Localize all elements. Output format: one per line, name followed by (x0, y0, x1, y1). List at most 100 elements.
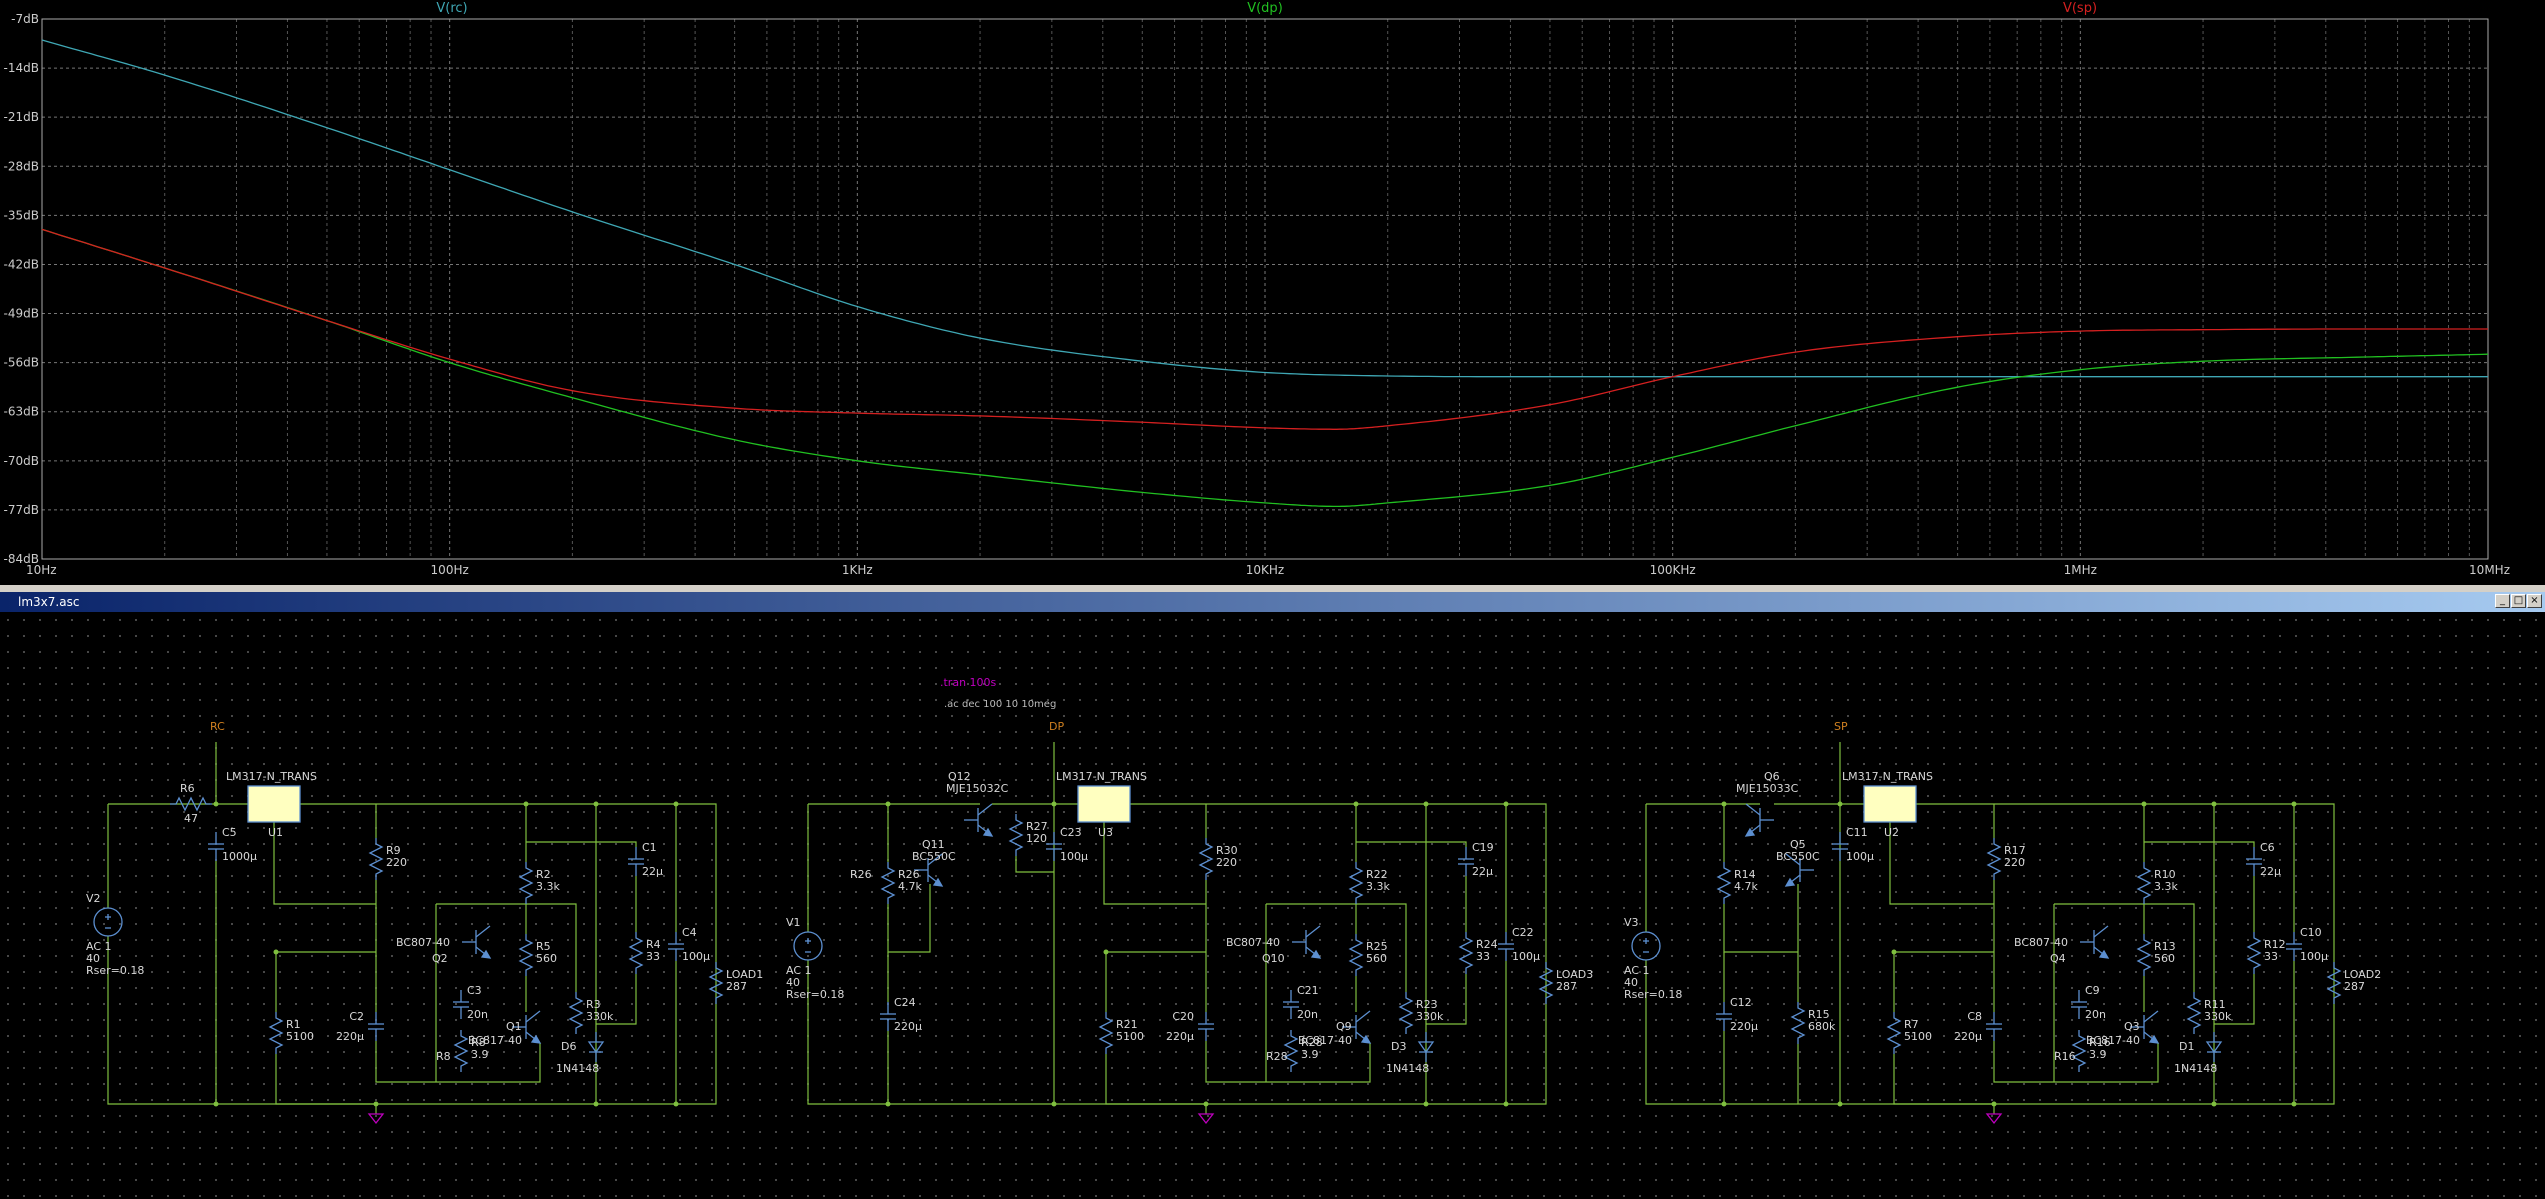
y-tick-label: -14dB (4, 61, 39, 75)
r23-value: 330k (1416, 1010, 1444, 1023)
wire (1889, 822, 1994, 905)
v1-source-circle (793, 931, 823, 961)
r11-value: 330k (2204, 1010, 2232, 1023)
d3-name: D3 (1391, 1040, 1406, 1053)
schematic-window-titlebar[interactable]: lm3x7.asc _ □ × (0, 592, 2545, 612)
c2-value: 220µ (336, 1030, 364, 1043)
waveform-plot-pane[interactable]: 10Hz 100Hz 1KHz 10KHz 100KHz 1MHz 10MHz -7dB -14… (0, 0, 2545, 585)
r26-resistor (880, 862, 896, 904)
schematic-drawing[interactable]: .tran 100s .ac dec 100 10 10meg R6 47 LM317-… (0, 612, 2545, 1199)
r13-value: 560 (2154, 952, 2175, 965)
q2-value: BC807-40 (396, 936, 450, 949)
u2-value: LM317-N_TRANS (1842, 770, 1933, 783)
y-tick-label: -84dB (4, 552, 39, 566)
q1-value: BC817-40 (468, 1034, 522, 1047)
c12-value: 220µ (1730, 1020, 1758, 1033)
r17-resistor (1986, 838, 2002, 880)
junction-dot (1837, 801, 1843, 807)
junction-dot (1423, 801, 1429, 807)
junction-dot (2291, 801, 2297, 807)
c4-name: C4 (682, 926, 697, 939)
q3-name: Q3 (2124, 1020, 2140, 1033)
y-tick-label: -56dB (4, 356, 39, 370)
r5-resistor (518, 934, 534, 976)
q12-value: MJE15032C (946, 782, 1009, 795)
junction-dot (2211, 801, 2217, 807)
q9-name: Q9 (1336, 1020, 1352, 1033)
r2-resistor (518, 862, 534, 904)
load3-value: 287 (1556, 980, 1577, 993)
r6-name: R6 (180, 782, 195, 795)
v3-name: V3 (1624, 916, 1639, 929)
wire (275, 1054, 376, 1105)
x-tick-label: 10MHz (2469, 563, 2510, 577)
r5-value: 560 (536, 952, 557, 965)
q6-collector (1745, 803, 1761, 816)
q12-collector (977, 803, 993, 816)
wire (1105, 1054, 1206, 1105)
gnd1-ground (367, 1113, 385, 1125)
r7-resistor (1886, 1012, 1902, 1054)
junction-dot (2211, 1101, 2217, 1107)
y-tick-label: -70dB (4, 454, 39, 468)
q11-value: BC550C (912, 850, 956, 863)
junction-dot (1051, 1101, 1057, 1107)
junction-dot (1721, 1101, 1727, 1107)
c6-name: C6 (2260, 841, 2275, 854)
c24-name: C24 (894, 996, 916, 1009)
schematic-canvas[interactable]: .tran 100s .ac dec 100 10 10meg R6 47 LM317-… (0, 612, 2545, 1199)
waveform-chart[interactable]: 10Hz 100Hz 1KHz 10KHz 100KHz 1MHz 10MHz-7dB-14… (0, 0, 2545, 585)
y-tick-label: -42dB (4, 257, 39, 271)
y-tick-label: -63dB (4, 405, 39, 419)
r6-value: 47 (184, 812, 198, 825)
r9-value: 220 (386, 856, 407, 869)
label-layer: .tran 100s .ac dec 100 10 10meg R6 47 LM317-… (86, 676, 2381, 1075)
r8-value: 3.9 (471, 1048, 489, 1061)
junction-dot (1353, 801, 1359, 807)
c19-value: 22µ (1472, 865, 1493, 878)
q6-value: MJE15033C (1736, 782, 1799, 795)
junction-dot (213, 801, 219, 807)
c6-value: 22µ (2260, 865, 2281, 878)
q4-value: BC807-40 (2014, 936, 2068, 949)
close-button[interactable]: × (2527, 594, 2542, 608)
junction-dot (1891, 949, 1897, 955)
pane-divider[interactable] (0, 585, 2545, 592)
u3-body (1077, 785, 1131, 823)
junction-dot (523, 801, 529, 807)
c20-name: C20 (1172, 1010, 1194, 1023)
c4-value: 100µ (682, 950, 710, 963)
y-tick-label: -21dB (4, 110, 39, 124)
c11-name: C11 (1846, 826, 1868, 839)
x-tick-label: 10KHz (1246, 563, 1284, 577)
v2-l3: Rser=0.18 (86, 964, 144, 977)
junction-dot (213, 1101, 219, 1107)
component-layer (93, 785, 2342, 1125)
x-tick-label: 1KHz (842, 563, 873, 577)
y-tick-label: -7dB (11, 12, 39, 26)
r12-resistor (2246, 932, 2262, 974)
r17-value: 220 (2004, 856, 2025, 869)
c21-name: C21 (1297, 984, 1319, 997)
r25-resistor (1348, 934, 1364, 976)
r7-value: 5100 (1904, 1030, 1932, 1043)
c22-value: 100µ (1512, 950, 1540, 963)
c19-name: C19 (1472, 841, 1494, 854)
restore-button[interactable]: □ (2511, 594, 2526, 608)
net-label-dp: DP (1049, 720, 1064, 733)
c1-value: 22µ (642, 865, 663, 878)
d6-name: D6 (561, 1040, 576, 1053)
r14-resistor (1716, 862, 1732, 904)
q2-name: Q2 (432, 952, 448, 965)
junction-dot (1103, 949, 1109, 955)
wire (1015, 856, 1054, 873)
minimize-button[interactable]: _ (2495, 594, 2510, 608)
x-tick-label: 100KHz (1650, 563, 1696, 577)
wire (273, 822, 376, 905)
r3-resistor (568, 992, 584, 1034)
junction-dot (885, 1101, 891, 1107)
v2-source-circle (93, 907, 123, 937)
wire (1356, 841, 1467, 847)
y-tick-label: -35dB (4, 208, 39, 222)
u1-body (247, 785, 301, 823)
